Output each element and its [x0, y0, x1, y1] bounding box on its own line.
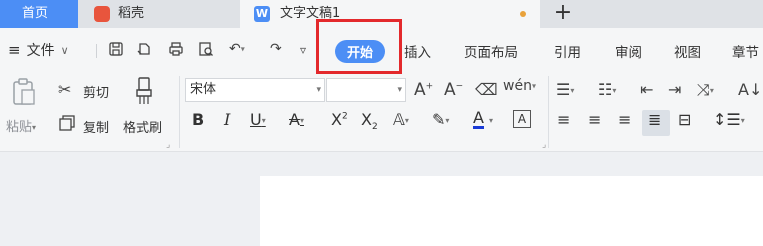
print-icon[interactable]: [168, 41, 184, 61]
chevron-down-icon: ∨: [60, 43, 69, 57]
bold-icon[interactable]: B: [192, 110, 204, 129]
tab-references[interactable]: 引用: [554, 41, 581, 61]
decrease-font-icon[interactable]: A−: [444, 80, 463, 100]
highlight-icon[interactable]: ✎▾: [432, 110, 449, 129]
file-menu-label: 文件: [26, 43, 55, 59]
file-menu[interactable]: ≡ 文件 ∨: [8, 40, 69, 60]
redo-icon[interactable]: ↷: [270, 41, 282, 57]
clipboard-dialog-launcher[interactable]: ⌟: [166, 140, 170, 150]
new-tab-button[interactable]: +: [548, 0, 578, 28]
document-canvas: [0, 152, 763, 246]
numbered-list-icon[interactable]: ☷▾: [598, 80, 616, 99]
copy-icon[interactable]: [58, 114, 76, 136]
text-effects-icon[interactable]: 𝔸▾: [393, 110, 409, 129]
customize-dropdown-icon[interactable]: ▿: [300, 43, 306, 57]
divider: [179, 76, 180, 148]
document-page[interactable]: [260, 176, 763, 246]
distributed-icon[interactable]: ⊟: [678, 110, 691, 129]
chevron-down-icon[interactable]: ▾: [489, 116, 493, 125]
output-icon[interactable]: [136, 41, 152, 61]
daoke-logo-icon: [94, 6, 110, 22]
tab-home[interactable]: 首页: [0, 0, 78, 28]
ribbon-start: 粘贴▾ ✂ 剪切 复制 格式刷 ⌟ 宋体 ▾ ▾ A+ A− ⌫ wén▾ B …: [0, 72, 763, 152]
justify-icon[interactable]: ≣: [648, 110, 661, 129]
undo-icon[interactable]: ↶▾: [229, 41, 245, 57]
paste-button[interactable]: 粘贴▾: [6, 116, 36, 135]
cut-button[interactable]: 剪切: [83, 82, 109, 101]
character-border-icon[interactable]: A: [513, 110, 531, 128]
paste-icon[interactable]: [11, 78, 37, 110]
writer-logo-icon: W: [254, 6, 270, 22]
decrease-indent-icon[interactable]: ⇤: [640, 80, 653, 99]
underline-icon[interactable]: U▾: [250, 110, 266, 129]
font-dialog-launcher[interactable]: ⌟: [542, 140, 546, 150]
align-left-icon[interactable]: ≡: [557, 110, 570, 129]
tab-insert[interactable]: 插入: [404, 41, 431, 61]
font-name-value: 宋体: [190, 82, 217, 97]
annotation-highlight-box: [316, 19, 402, 74]
superscript-icon[interactable]: X2: [331, 110, 348, 129]
font-color-icon[interactable]: A: [473, 110, 484, 129]
unsaved-indicator: [520, 11, 526, 17]
paste-label: 粘贴: [6, 120, 33, 135]
increase-font-icon[interactable]: A+: [414, 80, 433, 100]
sort-icon[interactable]: A↓: [738, 80, 762, 99]
tab-review[interactable]: 审阅: [615, 41, 642, 61]
format-painter-button[interactable]: 格式刷: [123, 117, 162, 136]
line-spacing-icon[interactable]: ↕☰▾: [713, 110, 745, 129]
align-right-icon[interactable]: ≡: [618, 110, 631, 129]
clear-format-icon[interactable]: ⌫: [475, 80, 498, 99]
save-icon[interactable]: [108, 41, 124, 61]
strikethrough-icon[interactable]: A▾: [289, 110, 304, 129]
format-painter-icon[interactable]: [133, 76, 157, 110]
align-center-icon[interactable]: ≡: [588, 110, 601, 129]
chinese-layout-icon[interactable]: ⤨▾: [697, 80, 714, 100]
tab-daoke[interactable]: 稻壳: [80, 0, 238, 28]
bullet-list-icon[interactable]: ☰▾: [556, 80, 574, 99]
tab-daoke-label: 稻壳: [118, 6, 145, 21]
increase-indent-icon[interactable]: ⇥: [668, 80, 681, 99]
copy-button[interactable]: 复制: [83, 117, 109, 136]
font-name-select[interactable]: 宋体 ▾: [185, 78, 325, 102]
print-preview-icon[interactable]: [198, 41, 214, 61]
chevron-down-icon: ▾: [316, 85, 321, 95]
tab-view[interactable]: 视图: [674, 41, 701, 61]
chevron-down-icon: ▾: [397, 85, 402, 95]
divider: [548, 76, 549, 148]
tab-page-layout[interactable]: 页面布局: [464, 41, 518, 61]
pinyin-guide-icon[interactable]: wén▾: [503, 78, 536, 94]
divider: [96, 44, 97, 58]
italic-icon[interactable]: I: [224, 110, 230, 129]
tab-section[interactable]: 章节: [732, 41, 759, 61]
subscript-icon[interactable]: X2: [361, 110, 378, 132]
font-size-select[interactable]: ▾: [326, 78, 406, 102]
scissors-icon[interactable]: ✂: [58, 80, 71, 99]
hamburger-icon: ≡: [8, 41, 21, 59]
